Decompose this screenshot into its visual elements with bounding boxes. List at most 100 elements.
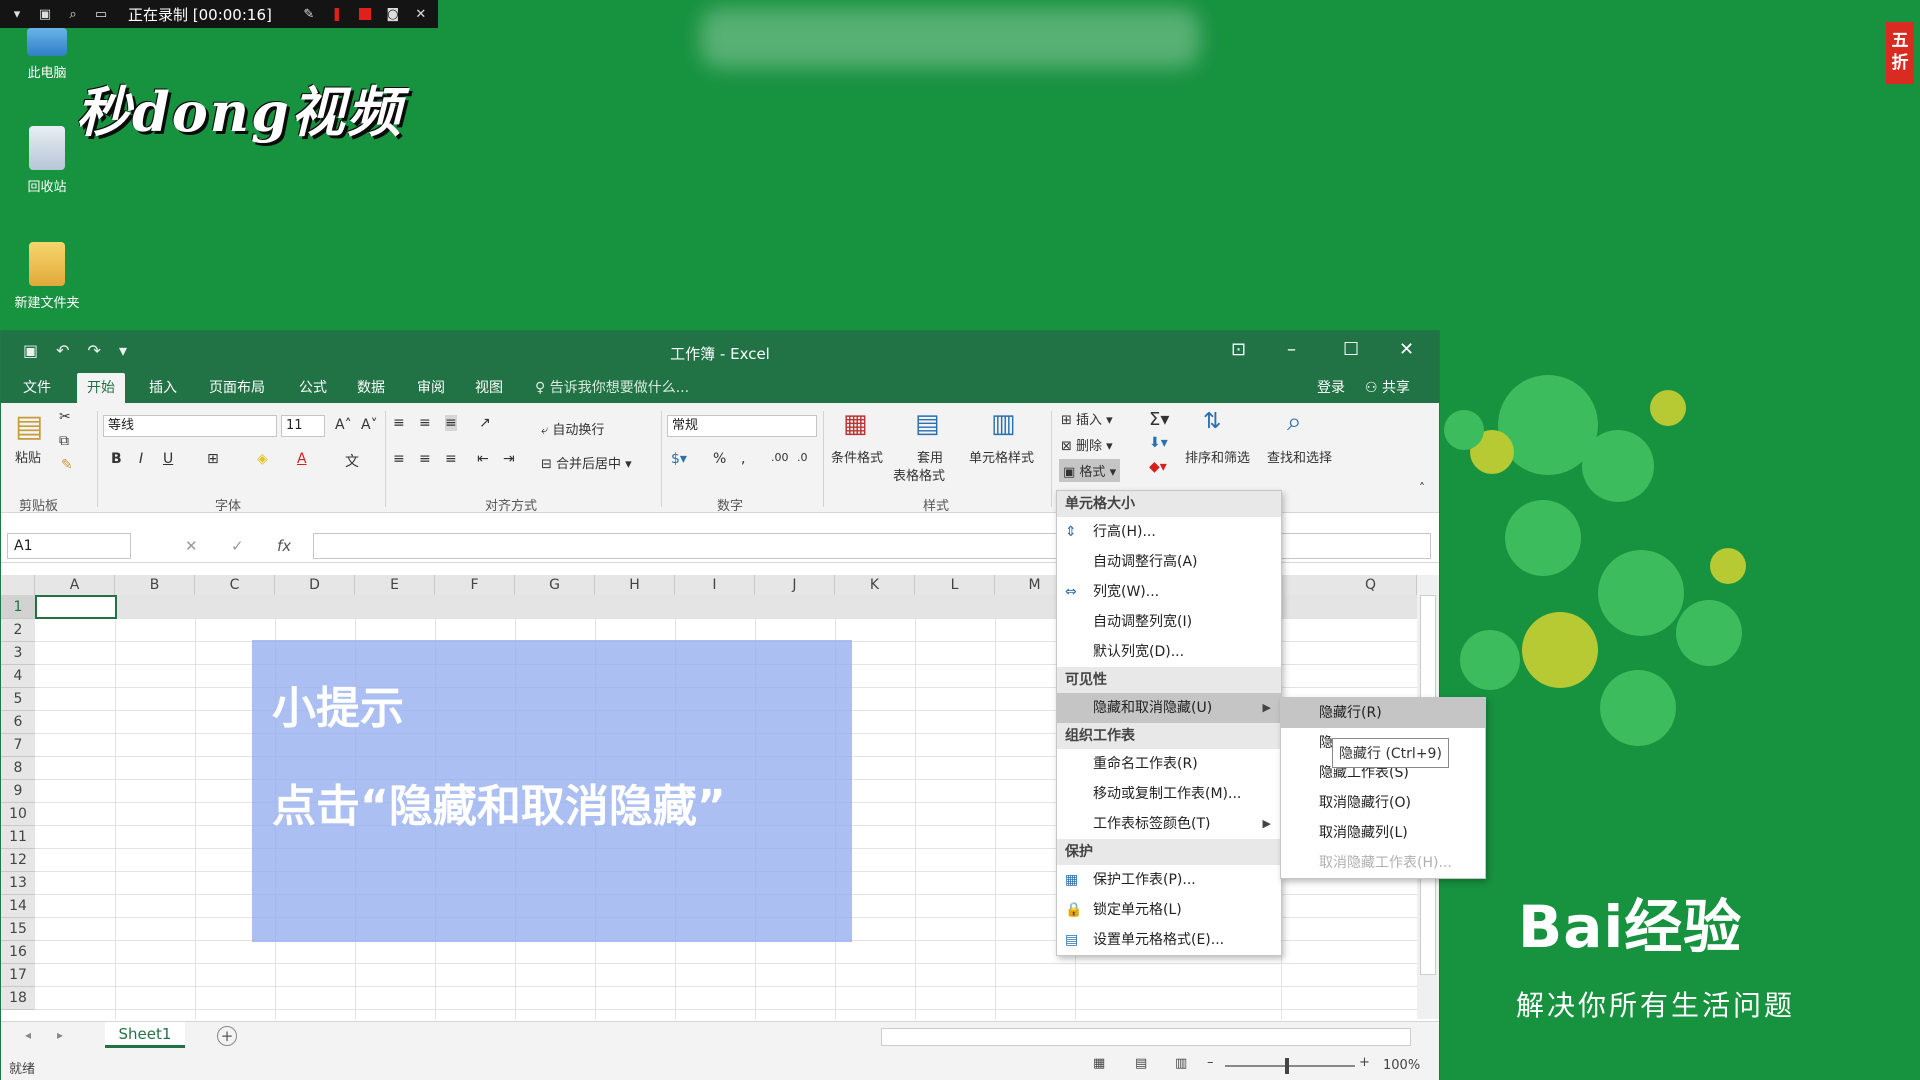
zoom-slider[interactable]	[1225, 1065, 1355, 1067]
row-header[interactable]: 2	[1, 619, 35, 642]
row-header[interactable]: 1	[1, 595, 35, 619]
column-header[interactable]: L	[915, 575, 995, 595]
tab-home[interactable]: 开始	[77, 373, 125, 403]
font-color-icon[interactable]: A	[297, 451, 307, 467]
column-header[interactable]: H	[595, 575, 675, 595]
paste-label[interactable]: 粘贴	[15, 447, 41, 466]
cell-style-icon[interactable]: ▥	[991, 409, 1016, 439]
conditional-format-label[interactable]: 条件格式	[831, 447, 883, 466]
tab-view[interactable]: 视图	[465, 373, 513, 403]
add-sheet-icon[interactable]: +	[217, 1026, 237, 1046]
camera-icon[interactable]: ◙	[384, 5, 402, 23]
row-header[interactable]: 13	[1, 872, 35, 895]
table-format-label-2[interactable]: 表格格式	[893, 465, 945, 484]
table-format-label-1[interactable]: 套用	[917, 447, 943, 466]
align-top-icon[interactable]: ≡	[393, 415, 405, 431]
decrease-decimal-icon[interactable]: .0	[797, 451, 808, 464]
column-header[interactable]: F	[435, 575, 515, 595]
horizontal-scrollbar[interactable]	[881, 1028, 1411, 1046]
prev-sheet-icon[interactable]: ◂	[25, 1028, 31, 1042]
fill-icon[interactable]: ⬇▾	[1149, 435, 1168, 451]
align-bottom-icon[interactable]: ≡	[445, 415, 457, 431]
align-left-icon[interactable]: ≡	[393, 451, 405, 467]
enter-icon[interactable]: ✓	[231, 537, 244, 555]
row-header[interactable]: 5	[1, 688, 35, 711]
row-header[interactable]: 6	[1, 711, 35, 734]
menu-item-row-height[interactable]: ⇕ 行高(H)...	[1057, 517, 1281, 547]
menu-item-hide-rows[interactable]: 隐藏行(R)	[1281, 698, 1485, 728]
column-header[interactable]: E	[355, 575, 435, 595]
orientation-icon[interactable]: ↗	[479, 415, 491, 431]
increase-indent-icon[interactable]: ⇥	[503, 451, 515, 467]
search-icon[interactable]: ⌕	[64, 5, 82, 23]
sort-filter-icon[interactable]: ⇅	[1203, 409, 1221, 434]
menu-item-protect-sheet[interactable]: ▦ 保护工作表(P)...	[1057, 865, 1281, 895]
menu-item-autofit-column[interactable]: 自动调整列宽(I)	[1057, 607, 1281, 637]
percent-icon[interactable]: %	[713, 451, 726, 467]
find-icon[interactable]: ⌕	[1287, 407, 1302, 438]
menu-item-column-width[interactable]: ⇔ 列宽(W)...	[1057, 577, 1281, 607]
row-header[interactable]: 9	[1, 780, 35, 803]
menu-item-autofit-row[interactable]: 自动调整行高(A)	[1057, 547, 1281, 577]
align-right-icon[interactable]: ≡	[445, 451, 457, 467]
decrease-indent-icon[interactable]: ⇤	[477, 451, 489, 467]
row-header[interactable]: 8	[1, 757, 35, 780]
tab-data[interactable]: 数据	[347, 373, 395, 403]
find-select-label[interactable]: 查找和选择	[1267, 447, 1332, 466]
stop-icon[interactable]	[356, 5, 374, 23]
cell-style-label[interactable]: 单元格样式	[969, 447, 1034, 466]
zoom-out-icon[interactable]: –	[1207, 1055, 1214, 1070]
row-header[interactable]: 12	[1, 849, 35, 872]
row-header[interactable]: 7	[1, 734, 35, 757]
table-format-icon[interactable]: ▤	[915, 409, 940, 439]
row-header[interactable]: 17	[1, 964, 35, 987]
menu-item-lock-cell[interactable]: 🔒 锁定单元格(L)	[1057, 895, 1281, 925]
italic-icon[interactable]: I	[139, 451, 143, 467]
pause-icon[interactable]: ❚	[328, 5, 346, 23]
name-box[interactable]: A1	[7, 533, 131, 559]
page-break-view-icon[interactable]: ▥	[1175, 1056, 1187, 1071]
sort-filter-label[interactable]: 排序和筛选	[1185, 447, 1250, 466]
tab-insert[interactable]: 插入	[139, 373, 187, 403]
menu-item-format-cells[interactable]: ▤ 设置单元格格式(E)...	[1057, 925, 1281, 955]
sheet-tab[interactable]: Sheet1	[105, 1022, 185, 1048]
menu-item-rename-sheet[interactable]: 重命名工作表(R)	[1057, 749, 1281, 779]
underline-icon[interactable]: U	[163, 451, 173, 467]
select-all-corner[interactable]	[1, 575, 35, 595]
close-icon[interactable]: ✕	[412, 5, 430, 23]
row-header[interactable]: 10	[1, 803, 35, 826]
zoom-in-icon[interactable]: +	[1359, 1055, 1370, 1070]
delete-cells-button[interactable]: ⊠ 删除 ▾	[1061, 435, 1113, 454]
menu-item-hide-unhide[interactable]: 隐藏和取消隐藏(U) ▶	[1057, 693, 1281, 723]
border-icon[interactable]: ⊞	[207, 451, 219, 467]
row-header[interactable]: 3	[1, 642, 35, 665]
tab-review[interactable]: 审阅	[407, 373, 455, 403]
wrap-text-button[interactable]: ⤶ 自动换行	[541, 419, 604, 438]
tab-file[interactable]: 文件	[13, 373, 61, 403]
fill-color-icon[interactable]: ◈	[257, 451, 268, 467]
increase-decimal-icon[interactable]: .00	[771, 451, 789, 464]
column-header[interactable]: I	[675, 575, 755, 595]
row-header[interactable]: 18	[1, 987, 35, 1010]
bold-icon[interactable]: B	[111, 451, 122, 467]
format-cells-button[interactable]: ▣ 格式 ▾	[1059, 459, 1121, 482]
comma-icon[interactable]: ,	[741, 451, 745, 467]
merge-center-button[interactable]: ⊟ 合并后居中 ▾	[541, 453, 632, 472]
zoom-level[interactable]: 100%	[1383, 1058, 1420, 1073]
menu-item-unhide-rows[interactable]: 取消隐藏行(O)	[1281, 788, 1485, 818]
column-header[interactable]: J	[755, 575, 835, 595]
cancel-icon[interactable]: ✕	[185, 537, 198, 555]
column-header[interactable]: G	[515, 575, 595, 595]
menu-item-default-width[interactable]: 默认列宽(D)...	[1057, 637, 1281, 667]
tell-me-search[interactable]: ♀ 告诉我你想要做什么...	[535, 373, 689, 403]
decrease-font-icon[interactable]: A˅	[361, 417, 378, 433]
column-header[interactable]: D	[275, 575, 355, 595]
window-icon[interactable]: ▣	[36, 5, 54, 23]
menu-item-unhide-columns[interactable]: 取消隐藏列(L)	[1281, 818, 1485, 848]
menu-item-tab-color[interactable]: 工作表标签颜色(T) ▶	[1057, 809, 1281, 839]
column-header[interactable]: K	[835, 575, 915, 595]
zoom-slider-thumb[interactable]	[1285, 1058, 1289, 1074]
align-center-icon[interactable]: ≡	[419, 451, 431, 467]
normal-view-icon[interactable]: ▦	[1093, 1056, 1105, 1071]
region-icon[interactable]: ▭	[92, 5, 110, 23]
